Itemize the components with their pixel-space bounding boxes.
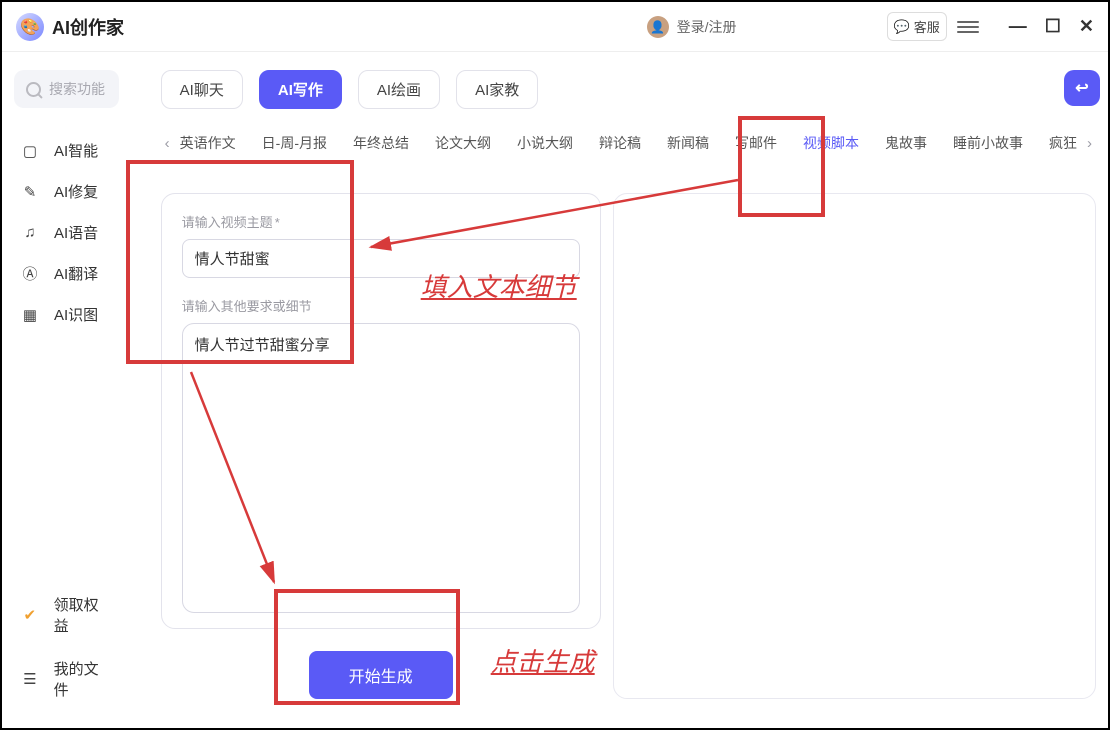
search-placeholder: 搜索功能 bbox=[49, 79, 105, 99]
maximize-button[interactable]: ☐ bbox=[1045, 16, 1061, 37]
sub-tab-4[interactable]: 小说大纲 bbox=[515, 127, 575, 159]
rewards-icon: ✔ bbox=[20, 605, 40, 625]
title-bar: 🎨 AI创作家 👤 登录/注册 💬 客服 — ☐ ✕ bbox=[2, 2, 1108, 52]
avatar-icon[interactable]: 👤 bbox=[647, 16, 669, 38]
ai-translate-icon: Ⓐ bbox=[20, 264, 40, 284]
minimize-button[interactable]: — bbox=[1009, 16, 1027, 37]
top-tab-3[interactable]: AI家教 bbox=[456, 70, 538, 109]
ai-voice-icon: ♫ bbox=[20, 223, 40, 243]
sidebar-item-label: AI智能 bbox=[54, 140, 98, 161]
customer-service-button[interactable]: 💬 客服 bbox=[887, 12, 947, 41]
sub-tab-0[interactable]: 英语作文 bbox=[178, 127, 238, 159]
topic-label: 请输入视频主题* bbox=[182, 212, 580, 231]
sub-tabs: 英语作文日-周-月报年终总结论文大纲小说大纲辩论稿新闻稿写邮件视频脚本鬼故事睡前… bbox=[178, 127, 1079, 159]
sub-tab-8[interactable]: 视频脚本 bbox=[801, 127, 861, 159]
main-content: ↩ AI聊天 AI写作 AI绘画 AI家教 ‹ 英语作文日-周-月报年终总结论文大纲小… bbox=[131, 52, 1108, 728]
sidebar-item-ai-repair[interactable]: ✎ AI修复 bbox=[14, 171, 119, 212]
customer-service-label: 客服 bbox=[914, 17, 940, 36]
ai-repair-icon: ✎ bbox=[20, 182, 40, 202]
ai-image-icon: ▦ bbox=[20, 305, 40, 325]
input-card: 请输入视频主题* 请输入其他要求或细节 bbox=[161, 193, 601, 629]
sidebar-item-files[interactable]: ☰ 我的文件 bbox=[14, 648, 119, 710]
detail-label: 请输入其他要求或细节 bbox=[182, 296, 580, 315]
sidebar-item-label: AI识图 bbox=[54, 304, 98, 325]
hamburger-icon[interactable] bbox=[957, 21, 979, 33]
app-logo-icon: 🎨 bbox=[16, 13, 44, 41]
sub-tab-7[interactable]: 写邮件 bbox=[733, 127, 779, 159]
top-tab-1[interactable]: AI写作 bbox=[259, 70, 342, 109]
generate-button[interactable]: 开始生成 bbox=[309, 651, 453, 699]
topic-input[interactable] bbox=[182, 239, 580, 278]
sub-tab-2[interactable]: 年终总结 bbox=[351, 127, 411, 159]
sidebar-item-label: AI语音 bbox=[54, 222, 98, 243]
sidebar-item-label: 我的文件 bbox=[54, 658, 113, 700]
app-title: AI创作家 bbox=[52, 14, 124, 40]
sub-tab-1[interactable]: 日-周-月报 bbox=[260, 127, 329, 159]
sidebar-item-label: 领取权益 bbox=[54, 594, 113, 636]
top-tabs: AI聊天 AI写作 AI绘画 AI家教 bbox=[161, 70, 1096, 109]
files-icon: ☰ bbox=[20, 669, 40, 689]
sidebar: 搜索功能 ▢ AI智能 ✎ AI修复 ♫ AI语音 Ⓐ AI翻译 ▦ AI识图 bbox=[2, 52, 131, 728]
sidebar-item-ai-image[interactable]: ▦ AI识图 bbox=[14, 294, 119, 335]
search-input[interactable]: 搜索功能 bbox=[14, 70, 119, 108]
top-tab-0[interactable]: AI聊天 bbox=[161, 70, 243, 109]
sidebar-item-ai-voice[interactable]: ♫ AI语音 bbox=[14, 212, 119, 253]
sub-tab-9[interactable]: 鬼故事 bbox=[883, 127, 929, 159]
sidebar-item-ai-smart[interactable]: ▢ AI智能 bbox=[14, 130, 119, 171]
search-icon bbox=[26, 82, 41, 97]
output-panel bbox=[613, 193, 1096, 699]
sub-tab-10[interactable]: 睡前小故事 bbox=[951, 127, 1025, 159]
sub-tab-5[interactable]: 辩论稿 bbox=[597, 127, 643, 159]
top-tab-2[interactable]: AI绘画 bbox=[358, 70, 440, 109]
detail-textarea[interactable] bbox=[182, 323, 580, 613]
sidebar-item-ai-translate[interactable]: Ⓐ AI翻译 bbox=[14, 253, 119, 294]
chevron-left-icon[interactable]: ‹ bbox=[161, 131, 174, 156]
close-button[interactable]: ✕ bbox=[1079, 16, 1094, 37]
history-button[interactable]: ↩ bbox=[1064, 70, 1100, 106]
sidebar-item-rewards[interactable]: ✔ 领取权益 bbox=[14, 584, 119, 646]
sub-tab-6[interactable]: 新闻稿 bbox=[665, 127, 711, 159]
chevron-right-icon[interactable]: › bbox=[1083, 131, 1096, 156]
login-link[interactable]: 登录/注册 bbox=[677, 17, 737, 37]
ai-smart-icon: ▢ bbox=[20, 141, 40, 161]
sidebar-item-label: AI修复 bbox=[54, 181, 98, 202]
chat-icon: 💬 bbox=[894, 19, 910, 35]
sub-tab-11[interactable]: 疯狂 bbox=[1047, 127, 1079, 159]
sub-tab-3[interactable]: 论文大纲 bbox=[433, 127, 493, 159]
sidebar-item-label: AI翻译 bbox=[54, 263, 98, 284]
